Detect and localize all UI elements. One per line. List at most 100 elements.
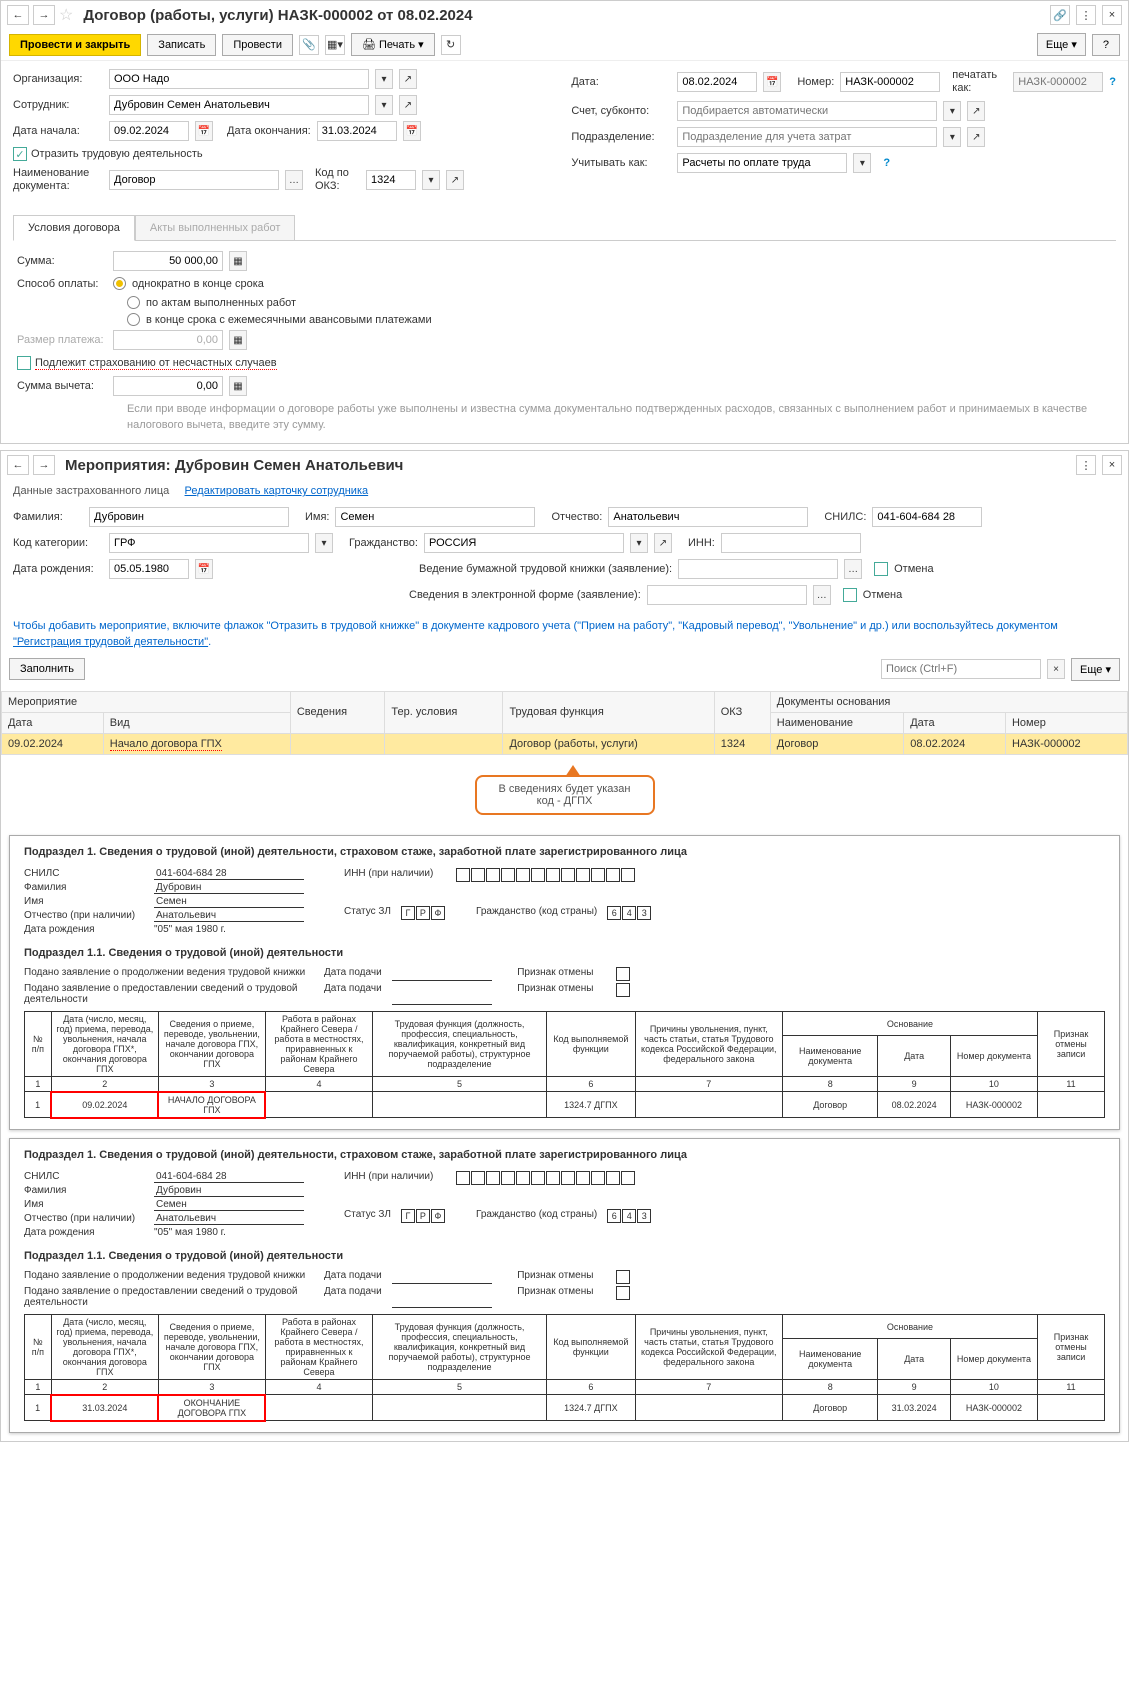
calc-icon[interactable]: ▦: [229, 251, 247, 271]
favorite-icon[interactable]: ☆: [59, 5, 73, 25]
calendar-icon[interactable]: 📅: [195, 121, 213, 141]
fill-button[interactable]: Заполнить: [9, 658, 85, 680]
tab-acts[interactable]: Акты выполненных работ: [135, 215, 296, 240]
open-icon[interactable]: ↗: [446, 170, 464, 190]
edit-card-link[interactable]: Редактировать карточку сотрудника: [185, 485, 369, 497]
toolbar: Провести и закрыть Записать Провести 📎 ▦…: [1, 29, 1128, 61]
inn-boxes: [456, 868, 635, 882]
birth-input[interactable]: [109, 559, 189, 579]
org-input[interactable]: [109, 69, 369, 89]
print-button[interactable]: 🖨 Печать ▾: [351, 33, 435, 56]
start-input[interactable]: [109, 121, 189, 141]
pay-radio-acts[interactable]: [127, 296, 140, 309]
post-button[interactable]: Провести: [222, 34, 293, 56]
back-button[interactable]: ←: [7, 5, 29, 25]
calendar-icon[interactable]: 📅: [763, 72, 781, 92]
pay-radio-advance[interactable]: [127, 313, 140, 326]
pay-once-label: однократно в конце срока: [132, 278, 264, 290]
save-button[interactable]: Записать: [147, 34, 216, 56]
refresh-icon[interactable]: ↻: [441, 35, 461, 55]
report-table-1: № п/п Дата (число, месяц, год) приема, п…: [24, 1011, 1105, 1119]
inn-input[interactable]: [721, 533, 861, 553]
emp-input[interactable]: [109, 95, 369, 115]
dropdown-icon[interactable]: ▾: [375, 69, 393, 89]
okz-input[interactable]: [366, 170, 416, 190]
tab-conditions[interactable]: Условия договора: [13, 215, 135, 241]
open-icon[interactable]: ↗: [967, 101, 985, 121]
insurance-checkbox[interactable]: ✓: [17, 356, 31, 370]
date-input[interactable]: [677, 72, 757, 92]
more-button[interactable]: Еще ▾: [1037, 33, 1086, 56]
table-row[interactable]: 09.02.2024 Начало договора ГПХ Договор (…: [2, 733, 1128, 754]
dropdown-icon[interactable]: ▾: [943, 127, 961, 147]
registration-link[interactable]: "Регистрация трудовой деятельности": [13, 636, 208, 648]
forward-button[interactable]: →: [33, 5, 55, 25]
cat-label: Код категории:: [13, 537, 103, 549]
dropdown-icon[interactable]: ▾: [853, 153, 871, 173]
citizen-input[interactable]: [424, 533, 624, 553]
cancel-checkbox[interactable]: ✓: [843, 588, 857, 602]
link-icon[interactable]: 🔗: [1050, 5, 1070, 25]
help-button[interactable]: ?: [1092, 34, 1120, 56]
calendar-icon[interactable]: 📅: [403, 121, 421, 141]
close-icon[interactable]: ×: [1102, 5, 1122, 25]
post-close-button[interactable]: Провести и закрыть: [9, 34, 141, 56]
window-title: Договор (работы, услуги) НАЗК-000002 от …: [83, 7, 1046, 24]
emp-label: Сотрудник:: [13, 99, 103, 111]
more-button[interactable]: Еще ▾: [1071, 658, 1120, 681]
printas-input[interactable]: [1013, 72, 1103, 92]
dropdown-icon[interactable]: ▾: [630, 533, 648, 553]
ellipsis-icon[interactable]: …: [844, 559, 862, 579]
forward-button[interactable]: →: [33, 455, 55, 475]
reflect-checkbox[interactable]: ✓: [13, 147, 27, 161]
cat-input[interactable]: [109, 533, 309, 553]
close-icon[interactable]: ×: [1102, 455, 1122, 475]
calendar-icon[interactable]: 📅: [195, 559, 213, 579]
name-input[interactable]: [335, 507, 535, 527]
search-input[interactable]: [881, 659, 1041, 679]
titlebar: ← → ☆ Договор (работы, услуги) НАЗК-0000…: [1, 1, 1128, 29]
back-button[interactable]: ←: [7, 455, 29, 475]
docname-input[interactable]: [109, 170, 279, 190]
snils-input[interactable]: [872, 507, 982, 527]
open-icon[interactable]: ↗: [654, 533, 672, 553]
dropdown-icon[interactable]: ▾: [422, 170, 440, 190]
help-icon[interactable]: ?: [1109, 76, 1116, 88]
dropdown-icon[interactable]: ▾: [315, 533, 333, 553]
paper-input[interactable]: [678, 559, 838, 579]
kebab-icon[interactable]: ⋮: [1076, 455, 1096, 475]
elec-input[interactable]: [647, 585, 807, 605]
okz-label: Код по ОКЗ:: [315, 167, 360, 193]
account-input[interactable]: [677, 101, 937, 121]
dept-label: Подразделение:: [571, 131, 671, 143]
help-icon[interactable]: ?: [883, 157, 890, 169]
cancel-checkbox[interactable]: ✓: [874, 562, 888, 576]
open-icon[interactable]: ↗: [967, 127, 985, 147]
layout-icon[interactable]: ▦▾: [325, 35, 345, 55]
sum-input[interactable]: [113, 251, 223, 271]
num-input[interactable]: [840, 72, 940, 92]
ellipsis-icon[interactable]: …: [285, 170, 303, 190]
pay-radio-once[interactable]: [113, 277, 126, 290]
open-icon[interactable]: ↗: [399, 95, 417, 115]
open-icon[interactable]: ↗: [399, 69, 417, 89]
dropdown-icon[interactable]: ▾: [943, 101, 961, 121]
inn-label: ИНН:: [688, 537, 715, 549]
deduct-input[interactable]: [113, 376, 223, 396]
insured-heading: Данные застрахованного лица: [13, 485, 169, 497]
dropdown-icon[interactable]: ▾: [375, 95, 393, 115]
clear-search-icon[interactable]: ×: [1047, 659, 1065, 679]
end-input[interactable]: [317, 121, 397, 141]
consider-input[interactable]: [677, 153, 847, 173]
cancel-label: Отмена: [894, 563, 933, 575]
calc-icon[interactable]: ▦: [229, 376, 247, 396]
cancel-label: Отмена: [863, 589, 902, 601]
patr-input[interactable]: [608, 507, 808, 527]
ellipsis-icon[interactable]: …: [813, 585, 831, 605]
surname-input[interactable]: [89, 507, 289, 527]
sum-label: Сумма:: [17, 255, 107, 267]
kebab-icon[interactable]: ⋮: [1076, 5, 1096, 25]
attach-icon[interactable]: 📎: [299, 35, 319, 55]
events-table: Мероприятие Сведения Тер. условия Трудов…: [1, 691, 1128, 755]
dept-input[interactable]: [677, 127, 937, 147]
